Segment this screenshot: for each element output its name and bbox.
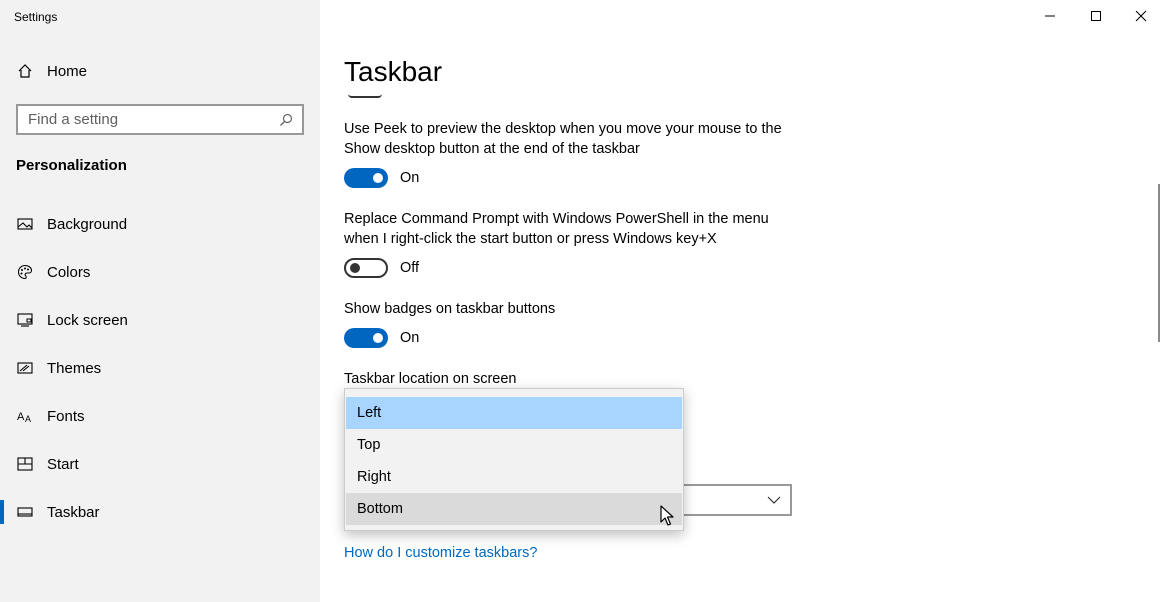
close-icon	[1135, 10, 1147, 22]
themes-icon	[16, 359, 34, 377]
badges-toggle-state: On	[400, 330, 420, 346]
dropdown-option-top[interactable]: Top	[346, 429, 682, 461]
taskbar-icon	[16, 503, 34, 521]
partially-visible-toggle	[348, 94, 382, 98]
app-title: Settings	[14, 10, 58, 24]
peek-toggle[interactable]	[344, 168, 388, 188]
powershell-toggle-state: Off	[400, 260, 420, 276]
home-label: Home	[47, 62, 88, 80]
dropdown-option-right[interactable]: Right	[346, 461, 682, 493]
maximize-button[interactable]	[1073, 0, 1119, 32]
sidebar-item-label: Fonts	[47, 407, 85, 425]
section-title: Personalization	[16, 157, 127, 174]
powershell-toggle[interactable]	[344, 258, 388, 278]
sidebar-item-start[interactable]: Start	[0, 440, 320, 488]
close-button[interactable]	[1118, 0, 1164, 32]
chevron-down-icon	[766, 492, 782, 508]
sidebar-item-label: Start	[47, 455, 79, 473]
sidebar-item-label: Themes	[47, 359, 102, 377]
sidebar-item-label: Lock screen	[47, 311, 128, 329]
svg-text:A: A	[17, 411, 25, 423]
start-icon	[16, 455, 34, 473]
home-nav-item[interactable]: Home	[16, 62, 87, 80]
sidebar-item-taskbar[interactable]: Taskbar	[0, 488, 320, 536]
scrollbar[interactable]	[1158, 184, 1160, 342]
peek-setting-label: Use Peek to preview the desktop when you…	[344, 121, 782, 157]
page-title: Taskbar	[344, 56, 443, 87]
taskbar-location-dropdown: Left Top Right Bottom	[344, 388, 684, 531]
peek-toggle-state: On	[400, 170, 420, 186]
sidebar-item-label: Taskbar	[47, 503, 100, 521]
dropdown-option-bottom[interactable]: Bottom	[346, 493, 682, 525]
svg-text:A: A	[25, 414, 31, 424]
help-link[interactable]: How do I customize taskbars?	[344, 545, 537, 561]
lock-screen-icon	[16, 311, 34, 329]
minimize-icon	[1045, 15, 1055, 17]
palette-icon	[16, 263, 34, 281]
search-icon[interactable]	[278, 112, 294, 128]
dropdown-option-left[interactable]: Left	[346, 397, 682, 429]
sidebar-item-label: Background	[47, 215, 128, 233]
badges-toggle[interactable]	[344, 328, 388, 348]
taskbar-location-label: Taskbar location on screen	[344, 371, 517, 387]
fonts-icon: AA	[16, 407, 34, 425]
picture-icon	[16, 215, 34, 233]
maximize-icon	[1091, 11, 1101, 21]
search-box[interactable]	[16, 104, 304, 135]
mouse-cursor-icon	[660, 505, 674, 526]
sidebar-item-themes[interactable]: Themes	[0, 344, 320, 392]
sidebar: Settings Home Personalization Background…	[0, 0, 320, 602]
sidebar-item-background[interactable]: Background	[0, 200, 320, 248]
sidebar-item-fonts[interactable]: AA Fonts	[0, 392, 320, 440]
badges-setting-label: Show badges on taskbar buttons	[344, 301, 556, 317]
sidebar-item-label: Colors	[47, 263, 91, 281]
sidebar-nav: Background Colors Lock screen Themes AA …	[0, 200, 320, 536]
search-input[interactable]	[28, 111, 278, 128]
minimize-button[interactable]	[1027, 0, 1073, 32]
home-icon	[16, 62, 34, 80]
powershell-setting-label: Replace Command Prompt with Windows Powe…	[344, 211, 769, 247]
sidebar-item-lock-screen[interactable]: Lock screen	[0, 296, 320, 344]
sidebar-item-colors[interactable]: Colors	[0, 248, 320, 296]
